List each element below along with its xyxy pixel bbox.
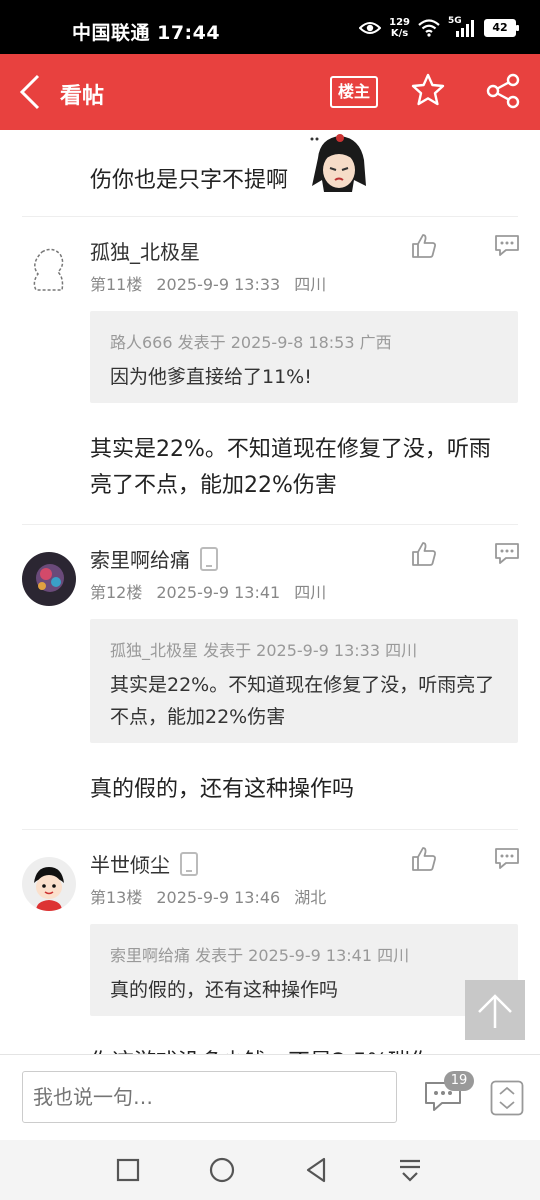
post-body-text: 伤你也是只字不提啊	[90, 168, 289, 193]
only-owner-button[interactable]: 楼主	[330, 76, 378, 108]
wifi-icon	[418, 19, 440, 37]
post-location: 四川	[294, 275, 327, 294]
share-icon[interactable]	[484, 72, 522, 110]
phone-icon	[180, 851, 198, 876]
triangle-nav-icon[interactable]	[300, 1154, 332, 1186]
status-icons: 129 K/s 5G 42	[359, 12, 519, 44]
divider	[22, 524, 518, 525]
post-body-text: 真的假的，还有这种操作吗	[90, 777, 355, 802]
eye-icon	[359, 22, 382, 34]
username[interactable]: 半世倾尘	[90, 849, 198, 878]
star-icon[interactable]	[410, 72, 446, 108]
divider	[22, 829, 518, 830]
battery-icon: 42	[484, 19, 519, 37]
post-meta: 第12楼 2025-9-9 13:41 四川	[90, 579, 340, 603]
net-speed-value: 129	[389, 17, 410, 28]
square-nav-icon[interactable]	[112, 1154, 144, 1186]
comment-icon[interactable]	[494, 847, 520, 871]
circle-nav-icon[interactable]	[206, 1154, 238, 1186]
comment-count-badge: 19	[444, 1071, 474, 1091]
quote-header: 路人666 发表于 2025-9-8 18:53 广西	[110, 333, 392, 352]
post-meta: 第11楼 2025-9-9 13:33 四川	[90, 271, 340, 295]
quoted-reply: 索里啊给痛 发表于 2025-9-9 13:41 四川 真的假的，还有这种操作吗	[90, 924, 518, 1016]
phone-icon	[200, 546, 218, 571]
scroll-top-icon	[478, 994, 512, 1028]
page-title: 看帖	[60, 84, 105, 109]
avatar[interactable]	[22, 857, 76, 911]
username-text: 索里啊给痛	[90, 548, 190, 572]
floor-nav-icon[interactable]	[490, 1080, 524, 1116]
comment-icon[interactable]	[494, 542, 520, 566]
like-icon[interactable]	[410, 845, 438, 873]
floor-number: 第13楼	[90, 888, 143, 907]
post-body-text: 其实是22%。不知道现在修复了没，听雨亮了不点，能加22%伤害	[90, 437, 491, 498]
quote-header: 孤独_北极星 发表于 2025-9-9 13:33 四川	[110, 641, 418, 660]
reply-input[interactable]	[22, 1071, 397, 1123]
username-text: 孤独_北极星	[90, 240, 200, 264]
sticker-image	[310, 134, 366, 192]
net-speed: 129 K/s	[389, 17, 410, 39]
cell-signal-icon: 5G	[448, 16, 476, 38]
back-icon[interactable]	[16, 74, 44, 110]
quote-text: 其实是22%。不知道现在修复了没，听雨亮了不点，能加22%伤害	[110, 674, 495, 728]
status-bar: 中国联通 17:44 129 K/s 5G 42	[0, 0, 540, 54]
carrier-time: 中国联通 17:44	[72, 22, 221, 44]
post-time: 2025-9-9 13:33	[156, 275, 281, 294]
avatar[interactable]	[22, 552, 76, 606]
net-speed-unit: K/s	[390, 28, 409, 39]
avatar[interactable]	[22, 244, 76, 298]
menu-nav-icon[interactable]	[394, 1154, 426, 1186]
post-location: 四川	[294, 583, 327, 602]
username-text: 半世倾尘	[90, 853, 170, 877]
quote-header: 索里啊给痛 发表于 2025-9-9 13:41 四川	[110, 946, 410, 965]
quote-text: 真的假的，还有这种操作吗	[110, 979, 339, 1001]
username[interactable]: 索里啊给痛	[90, 544, 218, 573]
floor-number: 第12楼	[90, 583, 143, 602]
like-icon[interactable]	[410, 232, 438, 260]
scroll-top-button[interactable]	[465, 980, 525, 1040]
post-body-text: 你这游戏没多少钱，不是2.5%瑞你	[90, 1045, 510, 1054]
post-time: 2025-9-9 13:46	[156, 888, 281, 907]
post-meta: 第13楼 2025-9-9 13:46 湖北	[90, 884, 340, 908]
like-icon[interactable]	[410, 540, 438, 568]
post-time: 2025-9-9 13:41	[156, 583, 281, 602]
quote-text: 因为他爹直接给了11%!	[110, 366, 312, 388]
thread-content[interactable]: 伤你也是只字不提啊 孤独_北极星 第11楼 2025-9-9 13:33 四川 路人…	[0, 130, 540, 1054]
reply-bar: 19	[0, 1054, 540, 1141]
post-location: 湖北	[294, 888, 327, 907]
floor-number: 第11楼	[90, 275, 143, 294]
comment-icon[interactable]	[494, 234, 520, 258]
app-header: 看帖 楼主	[0, 54, 540, 130]
username[interactable]: 孤独_北极星	[90, 236, 200, 265]
quoted-reply: 路人666 发表于 2025-9-8 18:53 广西 因为他爹直接给了11%!	[90, 311, 518, 403]
quoted-reply: 孤独_北极星 发表于 2025-9-9 13:33 四川 其实是22%。不知道现…	[90, 619, 518, 743]
divider	[22, 216, 518, 217]
system-nav-bar	[0, 1140, 540, 1200]
